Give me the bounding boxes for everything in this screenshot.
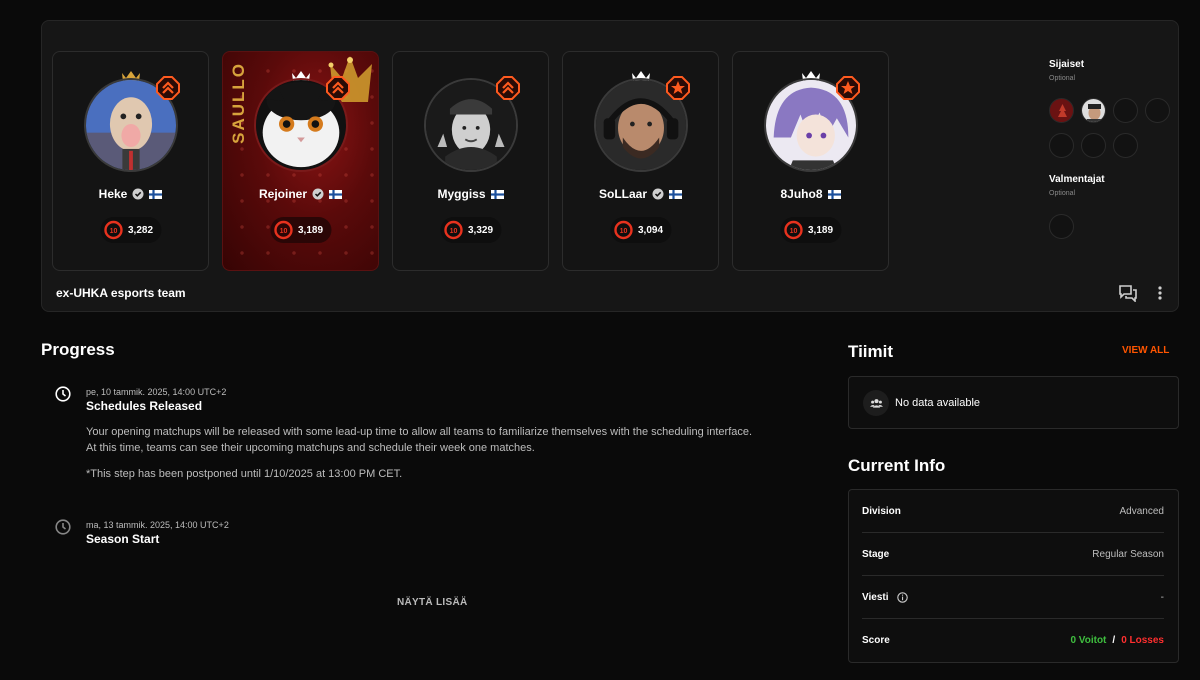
- level-10-icon: 10: [613, 220, 633, 240]
- flag-finland-icon: [490, 189, 504, 199]
- current-info-box: Division Advanced Stage Regular Season V…: [848, 489, 1179, 663]
- level-10-icon: 10: [443, 220, 463, 240]
- player-card-rejoiner[interactable]: SAULLO Rejoiner 10 3,189: [222, 51, 379, 271]
- substitute-slot-empty[interactable]: [1113, 133, 1138, 158]
- elo-value: 3,282: [127, 224, 154, 236]
- elo-pill: 10 3,094: [609, 217, 672, 243]
- level-10-icon: 10: [783, 220, 803, 240]
- step-timestamp: ma, 13 tammik. 2025, 14:00 UTC+2: [86, 520, 229, 530]
- substitute-slot-empty[interactable]: [1145, 98, 1170, 123]
- elo-pill: 10 3,329: [439, 217, 502, 243]
- elo-pill: 10 3,282: [99, 217, 162, 243]
- chat-icon[interactable]: [1118, 284, 1138, 302]
- player-name: Myggiss: [437, 187, 486, 201]
- info-row-score: Score 0 Voitot / 0 Losses: [862, 619, 1164, 662]
- info-row-division: Division Advanced: [862, 490, 1164, 533]
- substitute-slot-filled[interactable]: [1081, 98, 1106, 123]
- elo-pill: 10 3,189: [269, 217, 332, 243]
- teams-empty-state: No data available: [848, 376, 1179, 429]
- card-banner-label: SAULLO: [229, 62, 248, 144]
- elo-value: 3,329: [467, 224, 494, 236]
- info-row-message: Viesti -: [862, 576, 1164, 619]
- player-card-heke[interactable]: Heke 10 3,282: [52, 51, 209, 271]
- teams-title: Tiimit: [848, 342, 894, 361]
- player-card-8juho8[interactable]: 8Juho8 10 3,189: [732, 51, 889, 271]
- team-name: ex-UHKA esports team: [56, 286, 186, 300]
- coaches-title: Valmentajat: [1049, 174, 1105, 185]
- step-note: *This step has been postponed until 1/10…: [86, 468, 403, 480]
- svg-text:10: 10: [109, 228, 117, 235]
- svg-text:10: 10: [279, 228, 287, 235]
- player-card-myggiss[interactable]: Myggiss 10 3,329: [392, 51, 549, 271]
- flag-finland-icon: [149, 189, 163, 199]
- info-label: Stage: [862, 548, 890, 560]
- substitute-slot-empty[interactable]: [1081, 133, 1106, 158]
- elo-pill: 10 3,189: [779, 217, 842, 243]
- flag-finland-icon: [329, 189, 342, 199]
- svg-text:10: 10: [449, 228, 457, 235]
- rank-chevrons-icon: [496, 76, 520, 100]
- substitute-slot-empty[interactable]: [1113, 98, 1138, 123]
- rank-chevrons-icon: [326, 76, 350, 100]
- player-name: Rejoiner: [258, 187, 307, 201]
- clock-icon: [55, 386, 71, 402]
- step-title: Schedules Released: [86, 399, 203, 413]
- show-more-button[interactable]: NÄYTÄ LISÄÄ: [397, 597, 468, 608]
- verified-icon: [652, 188, 664, 200]
- info-value: Regular Season: [1092, 548, 1164, 560]
- rank-chevrons-icon: [156, 76, 180, 100]
- score-value: 0 Voitot / 0 Losses: [1070, 635, 1164, 646]
- info-row-stage: Stage Regular Season: [862, 533, 1164, 576]
- substitute-slot-filled[interactable]: [1049, 98, 1074, 123]
- elo-value: 3,094: [637, 224, 664, 236]
- flag-finland-icon: [827, 189, 841, 199]
- info-label: Division: [862, 505, 901, 517]
- progress-title: Progress: [41, 340, 115, 359]
- info-label: Viesti: [862, 591, 889, 603]
- wins-value: 0 Voitot: [1070, 635, 1107, 646]
- losses-value: 0 Losses: [1121, 635, 1164, 646]
- rank-star-icon: [666, 76, 690, 100]
- info-value: -: [1160, 591, 1164, 603]
- step-description: At this time, teams can see their upcomi…: [86, 442, 535, 454]
- verified-icon: [132, 188, 144, 200]
- elo-value: 3,189: [807, 224, 834, 236]
- substitute-slot-empty[interactable]: [1049, 133, 1074, 158]
- step-timestamp: pe, 10 tammik. 2025, 14:00 UTC+2: [86, 387, 227, 397]
- clock-icon: [55, 519, 71, 535]
- level-10-icon: 10: [103, 220, 123, 240]
- current-info-title: Current Info: [848, 456, 946, 475]
- score-separator: /: [1112, 635, 1116, 646]
- view-all-link[interactable]: VIEW ALL: [1122, 345, 1169, 356]
- rank-star-icon: [836, 76, 860, 100]
- empty-message: No data available: [895, 397, 981, 409]
- verified-icon: [312, 188, 324, 200]
- coaches-subtitle: Optional: [1049, 190, 1076, 197]
- team-roster-panel: Heke 10 3,282 SAULLO Rejoiner 10 3,189 M…: [41, 20, 1179, 312]
- substitutes-title: Sijaiset: [1049, 59, 1085, 70]
- svg-text:10: 10: [619, 228, 627, 235]
- info-value: Advanced: [1119, 505, 1164, 517]
- group-icon: [863, 390, 889, 416]
- player-name: Heke: [98, 187, 128, 201]
- flag-finland-icon: [669, 189, 682, 199]
- info-icon[interactable]: [896, 591, 908, 603]
- info-label: Score: [862, 635, 890, 646]
- more-options-icon[interactable]: [1150, 284, 1170, 302]
- step-description: Your opening matchups will be released w…: [86, 426, 753, 438]
- player-name: SoLLaar: [598, 187, 647, 201]
- player-card-sollaar[interactable]: SoLLaar 10 3,094: [562, 51, 719, 271]
- elo-value: 3,189: [297, 224, 324, 236]
- player-name: 8Juho8: [780, 187, 823, 201]
- substitutes-subtitle: Optional: [1049, 75, 1076, 82]
- svg-text:10: 10: [789, 228, 797, 235]
- level-10-icon: 10: [273, 220, 293, 240]
- coach-slot-empty[interactable]: [1049, 214, 1074, 239]
- step-title: Season Start: [86, 532, 160, 546]
